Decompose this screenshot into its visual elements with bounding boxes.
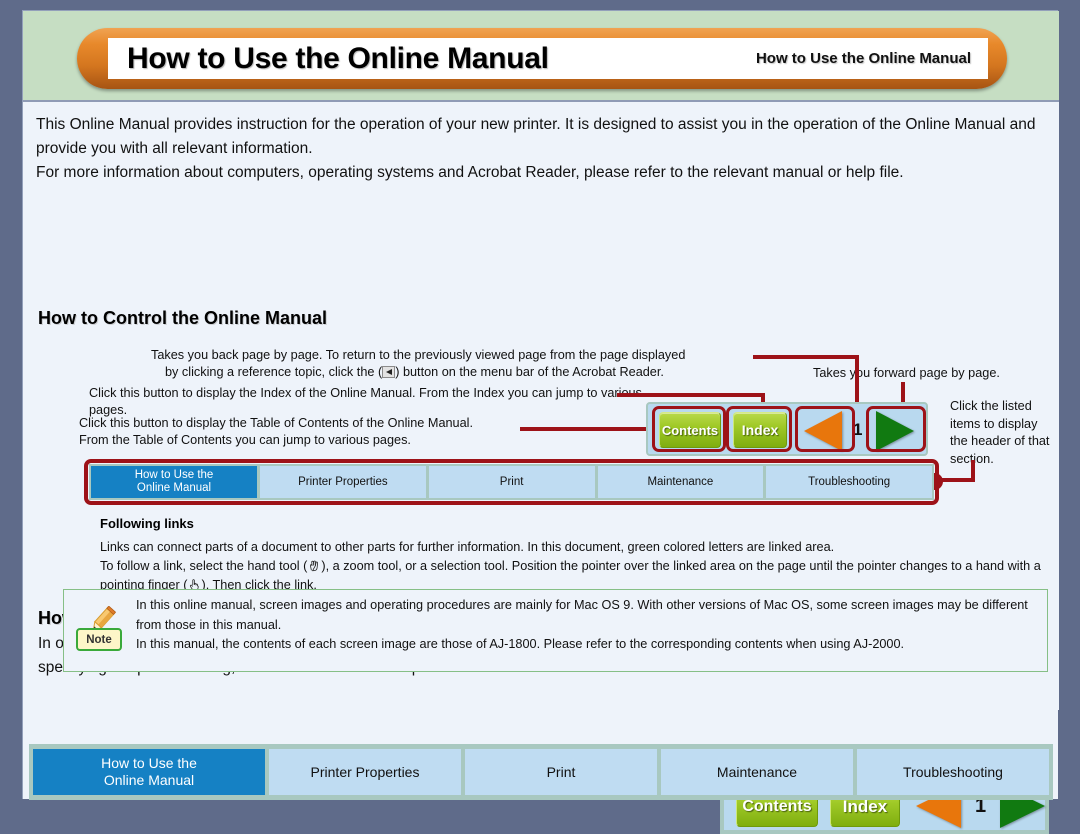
following-links-line2a: To follow a link, select the hand tool ( bbox=[100, 559, 308, 573]
note-icon: Note bbox=[76, 606, 122, 652]
note-line-2: In this manual, the contents of each scr… bbox=[136, 637, 905, 651]
bottom-tab-print-label: Print bbox=[546, 763, 576, 780]
callout-back-line2a: by clicking a reference topic, click the… bbox=[165, 364, 383, 379]
callout-back-button: Takes you back page by page. To return t… bbox=[151, 347, 771, 380]
callout-contents-button: Click this button to display the Table o… bbox=[79, 415, 639, 448]
bottom-tab-maintenance-label: Maintenance bbox=[716, 763, 798, 780]
bottom-tab-how-to-use[interactable]: How to Use the Online Manual bbox=[33, 749, 265, 795]
callout-forward-button: Takes you forward page by page. bbox=[813, 366, 1000, 380]
bottom-index-label: Index bbox=[842, 797, 888, 816]
highlight-section-tabs bbox=[84, 459, 939, 505]
bottom-tab-maintenance[interactable]: Maintenance bbox=[661, 749, 853, 795]
page-header-band: How to Use the Online Manual How to Use … bbox=[23, 11, 1059, 100]
note-label-chip: Note bbox=[76, 628, 122, 651]
header-section-label: How to Use the Online Manual bbox=[755, 50, 971, 67]
note-label: Note bbox=[86, 633, 112, 646]
bottom-tab-printer-properties-label: Printer Properties bbox=[310, 763, 420, 780]
page-title: How to Use the Online Manual bbox=[127, 42, 549, 75]
following-links-heading: Following links bbox=[100, 516, 194, 531]
bottom-tab-troubleshooting-label: Troubleshooting bbox=[903, 763, 1003, 780]
callout-index-button: Click this button to display the Index o… bbox=[89, 386, 642, 417]
intro-text: This Online Manual provides instruction … bbox=[36, 113, 1048, 185]
callout-tab-bar: Click the listed items to display the he… bbox=[950, 399, 1050, 466]
header-pill: How to Use the Online Manual How to Use … bbox=[77, 28, 1007, 89]
bottom-tab-troubleshooting[interactable]: Troubleshooting bbox=[857, 749, 1049, 795]
bottom-tab-print[interactable]: Print bbox=[465, 749, 657, 795]
connector-back-horizontal bbox=[753, 355, 859, 359]
acrobat-back-icon bbox=[382, 365, 396, 378]
callout-contents-line2: From the Table of Contents you can jump … bbox=[79, 432, 411, 447]
note-box: Note In this online manual, screen image… bbox=[63, 589, 1048, 672]
note-text: In this online manual, screen images and… bbox=[136, 596, 1036, 655]
bottom-section-tabs: How to Use the Online Manual Printer Pro… bbox=[33, 749, 1049, 795]
highlight-next-button bbox=[866, 406, 926, 452]
callout-contents-line1: Click this button to display the Table o… bbox=[79, 416, 474, 430]
callout-back-line1: Takes you back page by page. To return t… bbox=[151, 348, 686, 362]
hand-tool-icon bbox=[307, 559, 321, 573]
connector-index-horizontal bbox=[617, 393, 765, 397]
highlight-contents-button bbox=[652, 406, 726, 452]
highlight-prev-button bbox=[795, 406, 855, 452]
following-links-line1: Links can connect parts of a document to… bbox=[100, 540, 835, 554]
bottom-tab-printer-properties[interactable]: Printer Properties bbox=[269, 749, 461, 795]
bottom-tab-how-to-use-line2: Online Manual bbox=[103, 772, 195, 788]
header-title-bar: How to Use the Online Manual How to Use … bbox=[108, 38, 988, 79]
heading-how-to-control: How to Control the Online Manual bbox=[38, 308, 327, 328]
bottom-contents-label: Contents bbox=[742, 798, 812, 815]
callout-back-line2b: ) button on the menu bar of the Acrobat … bbox=[395, 364, 664, 379]
intro-paragraph-2: For more information about computers, op… bbox=[36, 164, 904, 181]
bottom-tab-how-to-use-line1: How to Use the bbox=[101, 755, 197, 771]
page-content: This Online Manual provides instruction … bbox=[23, 100, 1059, 834]
manual-page: How to Use the Online Manual How to Use … bbox=[22, 10, 1059, 834]
note-line-1: In this online manual, screen images and… bbox=[136, 598, 1028, 632]
connector-contents-horizontal bbox=[520, 427, 666, 431]
following-links-body: Links can connect parts of a document to… bbox=[100, 538, 1050, 595]
intro-paragraph-1: This Online Manual provides instruction … bbox=[36, 116, 1036, 157]
highlight-index-button bbox=[726, 406, 792, 452]
